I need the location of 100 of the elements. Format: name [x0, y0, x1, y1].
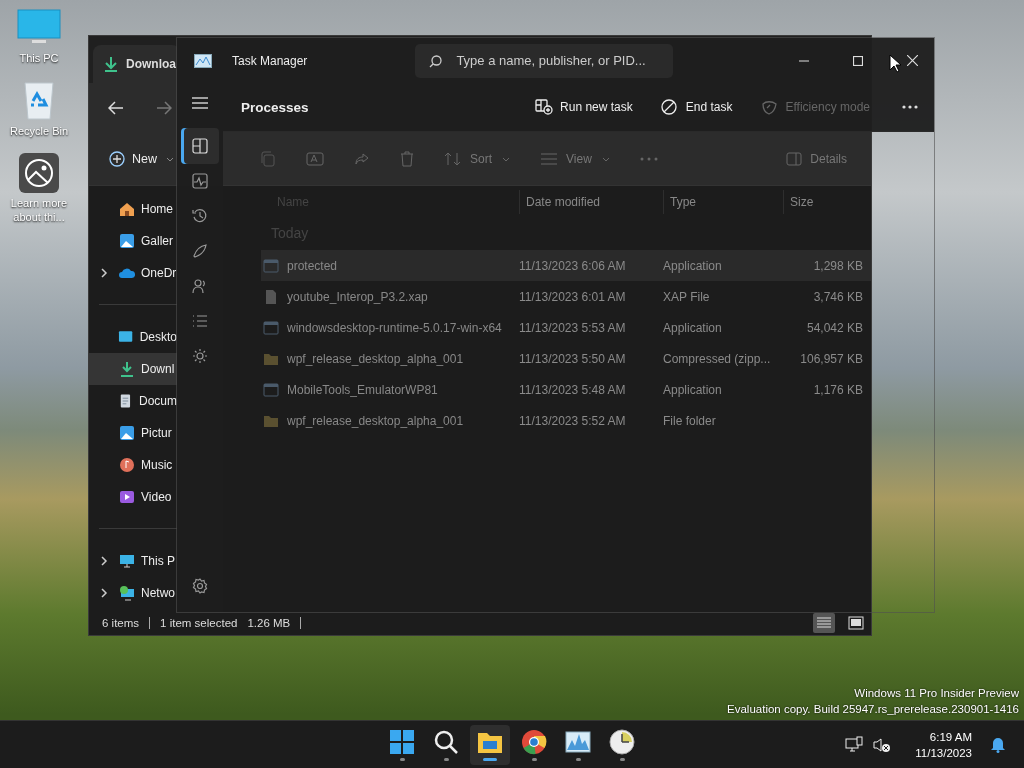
bell-icon[interactable]: [990, 736, 1006, 753]
browser-logo-icon: [521, 728, 547, 755]
type-cell-text: File folder: [663, 413, 717, 428]
document-icon: [118, 393, 133, 409]
file-row[interactable]: wpf_release_desktop_alpha_001 11/13/2023 5:50 AM Compressed (zipp... 106,957 KB: [261, 343, 871, 374]
selection-size: 1.26 MB: [247, 617, 291, 629]
file-name: protected: [287, 258, 338, 273]
type-cell-text: Application: [663, 320, 723, 335]
more-dots-icon[interactable]: [639, 157, 658, 161]
type-cell-text: Compressed (zipp...: [663, 351, 772, 366]
clock-history-icon: [192, 208, 208, 224]
search-field[interactable]: Type a name, publisher, or PID...: [415, 43, 674, 78]
file-name: windowsdesktop-runtime-5.0.17-win-x64: [287, 320, 502, 335]
details-view-button[interactable]: [813, 613, 835, 633]
clock-time[interactable]: 6:19 AM: [929, 728, 972, 745]
file-row[interactable]: MobileTools_EmulatorWP81 11/13/2023 5:48 AM Application 1,176 KB: [261, 374, 871, 405]
sidebar-item[interactable]: Deskto: [89, 321, 177, 353]
size-cell-text: 3,746 KB: [812, 289, 864, 304]
sidebar-item[interactable]: Video: [89, 481, 177, 513]
home-icon: [119, 201, 135, 217]
application-icon: [263, 319, 279, 336]
music-note-icon: [119, 457, 135, 473]
file-row[interactable]: windowsdesktop-runtime-5.0.17-win-x64 11/13/2023 5:53 AM Application 54,042 KB: [261, 312, 871, 343]
video-icon: [119, 489, 135, 505]
date-cell-text: 11/13/2023 5:53 AM: [519, 320, 627, 335]
sidebar-item[interactable]: Galler: [89, 225, 177, 257]
sort-button[interactable]: Sort: [444, 152, 511, 166]
picture-icon: [119, 233, 135, 249]
end-button[interactable]: End task: [660, 99, 733, 115]
cog-icon: [192, 348, 208, 364]
preview-icon: [848, 616, 864, 630]
picture-icon: [119, 425, 135, 441]
column-header[interactable]: Type: [663, 190, 783, 214]
column-header[interactable]: Date modified: [519, 190, 663, 214]
sidebar-item[interactable]: Docum: [89, 385, 177, 417]
page-title: Processes: [241, 99, 309, 115]
type-cell-text: Application: [663, 382, 723, 397]
size-cell-text: 54,042 KB: [805, 320, 864, 335]
date-cell-text: 11/13/2023 6:06 AM: [519, 258, 627, 273]
new-button[interactable]: New: [109, 151, 174, 167]
volume-muted-icon[interactable]: [873, 736, 892, 753]
view-button[interactable]: View: [540, 152, 610, 166]
file-row[interactable]: protected 11/13/2023 6:06 AM Application 1,298 KB: [261, 250, 871, 281]
file-icon: [263, 288, 279, 305]
chevron-right-icon[interactable]: [101, 556, 108, 566]
size-cell-text: 1,298 KB: [812, 258, 864, 273]
sidebar-item[interactable]: Pictur: [89, 417, 177, 449]
prohibited-icon: [660, 99, 679, 115]
more-options-icon[interactable]: [902, 105, 918, 109]
chevron-down-icon: [502, 156, 511, 162]
processes-tab[interactable]: [181, 128, 219, 164]
file-row[interactable]: wpf_release_desktop_alpha_001 11/13/2023 5:52 AM File folder: [261, 405, 871, 436]
forward-arrow-icon[interactable]: [156, 101, 172, 115]
file-row[interactable]: youtube_Interop_P3.2.xap 11/13/2023 6:01 AM XAP File 3,746 KB: [261, 281, 871, 312]
grid-icon: [192, 138, 208, 154]
chart-window-icon: [565, 728, 591, 755]
run-button[interactable]: Run new task: [535, 99, 633, 115]
users-icon: [192, 278, 208, 294]
sort-arrows-icon: [444, 152, 462, 166]
file-name: wpf_release_desktop_alpha_001: [287, 351, 464, 366]
explorer-taskbar-button[interactable]: [470, 724, 510, 765]
date-cell-text: 11/13/2023 5:48 AM: [519, 382, 627, 397]
minimize-icon[interactable]: [799, 59, 809, 62]
column-header[interactable]: Size: [783, 190, 871, 214]
settings-icon: [192, 578, 208, 594]
window-title: Task Manager: [232, 53, 308, 68]
clock-icon: [609, 728, 635, 755]
back-arrow-icon[interactable]: [108, 101, 124, 115]
sidebar-item[interactable]: Netwo: [89, 577, 177, 609]
download-icon: [103, 56, 119, 72]
application-icon: [263, 381, 279, 398]
mouse-pointer-icon: [889, 54, 901, 73]
network-monitor-icon[interactable]: [845, 735, 864, 754]
size-cell-text: 106,957 KB: [799, 351, 864, 366]
chevron-right-icon[interactable]: [101, 268, 108, 278]
leaf-icon: [760, 99, 779, 115]
download-icon: [119, 361, 135, 377]
application-icon: [263, 257, 279, 274]
close-icon[interactable]: [907, 55, 918, 66]
chevron-down-icon: [601, 156, 610, 162]
sidebar-item[interactable]: Music: [89, 449, 177, 481]
type-cell-text: Application: [663, 258, 723, 273]
item-count: 6 items: [102, 617, 140, 629]
window-plus-icon: [535, 99, 554, 115]
sidebar-item[interactable]: Downl: [89, 353, 177, 385]
file-name: MobileTools_EmulatorWP81: [287, 382, 438, 397]
sidebar-item[interactable]: This P: [89, 545, 177, 577]
chart-window-icon: [194, 53, 212, 68]
tiles-view-button[interactable]: [845, 613, 867, 633]
speedometer-icon: [192, 243, 208, 259]
watermark-text: Windows 11 Pro Insider Preview: [854, 686, 1019, 701]
recycle-bin-icon[interactable]: [21, 79, 57, 122]
file-name: wpf_release_desktop_alpha_001: [287, 413, 464, 428]
sidebar-item[interactable]: OneDr: [89, 257, 177, 289]
clock-date[interactable]: 11/13/2023: [915, 744, 972, 761]
maximize-icon[interactable]: [853, 55, 863, 66]
menu-icon[interactable]: [192, 97, 208, 109]
sidebar-item[interactable]: Home: [89, 193, 177, 225]
chevron-right-icon[interactable]: [101, 588, 108, 598]
details-button[interactable]: Details: [786, 152, 847, 166]
